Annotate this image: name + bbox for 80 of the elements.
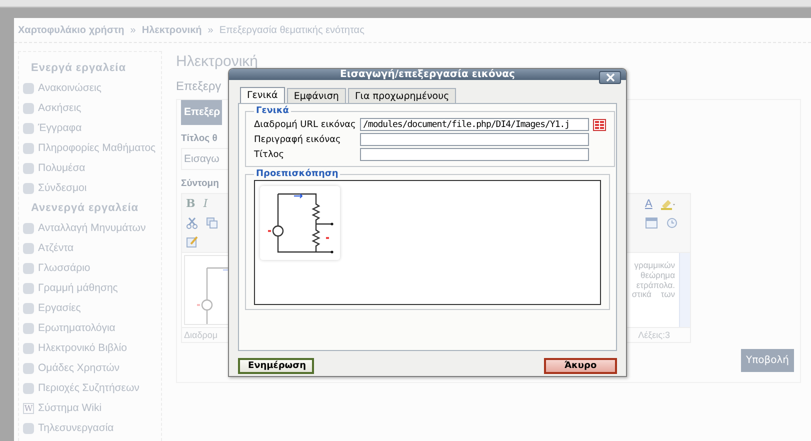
highlighter-icon[interactable] [660, 198, 676, 210]
sidebar-link[interactable]: Ανταλλαγή Μηνυμάτων [38, 222, 146, 234]
breadcrumb-link[interactable]: Ηλεκτρονική [142, 24, 202, 36]
text-field[interactable] [360, 148, 589, 161]
breadcrumb-separator: » [208, 24, 214, 36]
sidebar-link[interactable]: Πληροφορίες Μαθήματος [38, 142, 156, 154]
wiki-icon: W [23, 402, 34, 414]
tool-icon [23, 82, 34, 94]
sidebar-link[interactable]: Πολυμέσα [38, 162, 86, 174]
format-button[interactable]: I [203, 197, 208, 210]
course-title: Ηλεκτρονική [176, 53, 259, 70]
sidebar-link[interactable]: Περιοχές Συζητήσεων [38, 382, 140, 394]
update-button[interactable]: Ενημέρωση [238, 358, 314, 374]
field-label: Τίτλος θ [181, 133, 218, 144]
tool-icon [23, 342, 34, 354]
word-count: Λέξεις:3 [638, 330, 670, 340]
tool-icon [23, 182, 34, 194]
editor-text-line: ετράπολα. [636, 280, 675, 290]
panel-tab[interactable]: Επεξερ [181, 100, 222, 125]
cancel-button[interactable]: Άκυρο [544, 358, 617, 374]
close-icon [606, 73, 614, 82]
sidebar-link[interactable]: Ηλεκτρονικό Βιβλίο [38, 342, 127, 354]
sidebar-link[interactable]: Τηλεσυνεργασία [38, 422, 114, 434]
sidebar-link[interactable]: Ανακοινώσεις [38, 82, 102, 94]
section-legend: Προεπισκόπηση [254, 169, 340, 179]
sidebar-link[interactable]: Ομάδες Χρηστών [38, 362, 120, 374]
tool-icon [23, 382, 34, 394]
scissors-icon[interactable] [186, 216, 198, 228]
editor-text-line: θεώρημα [640, 270, 675, 281]
tool-icon [23, 102, 34, 114]
sidebar-link[interactable]: Γλωσσάριο [38, 262, 90, 274]
calendar-icon[interactable] [645, 216, 658, 228]
breadcrumb-link[interactable]: Χαρτοφυλάκιο χρήστη [18, 24, 124, 36]
close-button[interactable] [599, 71, 621, 84]
sidebar-heading: Ανενεργά εργαλεία [30, 201, 140, 216]
text-field[interactable] [360, 133, 589, 146]
sidebar-link[interactable]: Σύστημα Wiki [38, 402, 102, 414]
tool-icon [23, 122, 34, 134]
sidebar-link[interactable]: Ασκήσεις [38, 102, 82, 114]
breadcrumb-separator: » [130, 24, 136, 36]
tool-icon [23, 162, 34, 174]
scrollbar[interactable] [679, 253, 690, 327]
tool-icon [23, 282, 34, 294]
sidebar-link[interactable]: Σύνδεσμοι [38, 182, 87, 194]
tab[interactable]: Γενικά [240, 87, 285, 103]
tool-icon [23, 302, 34, 314]
field-label: Περιγραφή εικόνας [254, 134, 342, 144]
editor-text-line: γραμμικών [634, 261, 675, 271]
tool-icon [23, 242, 34, 254]
sidebar-link[interactable]: Ατζέντα [38, 242, 74, 254]
sidebar-link[interactable]: Ερωτηματολόγια [38, 322, 116, 334]
tool-icon [23, 422, 34, 434]
sidebar-heading: Ενεργά εργαλεία [30, 61, 127, 76]
dialog-title: Εισαγωγή/επεξεργασία εικόνας [340, 69, 515, 80]
section-legend: Γενικά [254, 106, 291, 116]
field-label: Τίτλος [254, 150, 286, 160]
submit-button[interactable]: Υποβολή [740, 349, 794, 372]
tool-icon [23, 262, 34, 274]
tool-icon [23, 222, 34, 234]
tab[interactable]: Εμφάνιση [286, 88, 346, 103]
breadcrumb-link[interactable]: Επεξεργασία θεματικής ενότητας [219, 24, 364, 36]
tool-icon [23, 322, 34, 334]
sidebar-link[interactable]: Εργασίες [38, 302, 81, 314]
page-subtitle: Επεξεργ [176, 79, 222, 93]
path-label: Διαδρομ [184, 330, 218, 340]
browse-icon[interactable] [593, 118, 606, 130]
format-button[interactable]: B [186, 197, 196, 210]
text-color-button[interactable]: A [645, 198, 652, 210]
sidebar-link[interactable]: Έγγραφα [38, 122, 82, 134]
tool-icon [23, 142, 34, 154]
editor-text-line: στικά των [632, 290, 675, 300]
sidebar-link[interactable]: Γραμμή μάθησης [38, 282, 118, 294]
clock-icon[interactable] [666, 216, 678, 228]
text-field[interactable]: /modules/document/file.php/DI4/Images/Y1.j [360, 118, 589, 131]
field-label: Σύντομη [181, 178, 219, 189]
tab[interactable]: Για προχωρημένους [348, 88, 456, 103]
field-label: Διαδρομή URL εικόνας [254, 120, 357, 130]
edit-icon[interactable] [186, 236, 199, 248]
tool-icon [23, 362, 34, 374]
copy-icon[interactable] [206, 216, 218, 228]
